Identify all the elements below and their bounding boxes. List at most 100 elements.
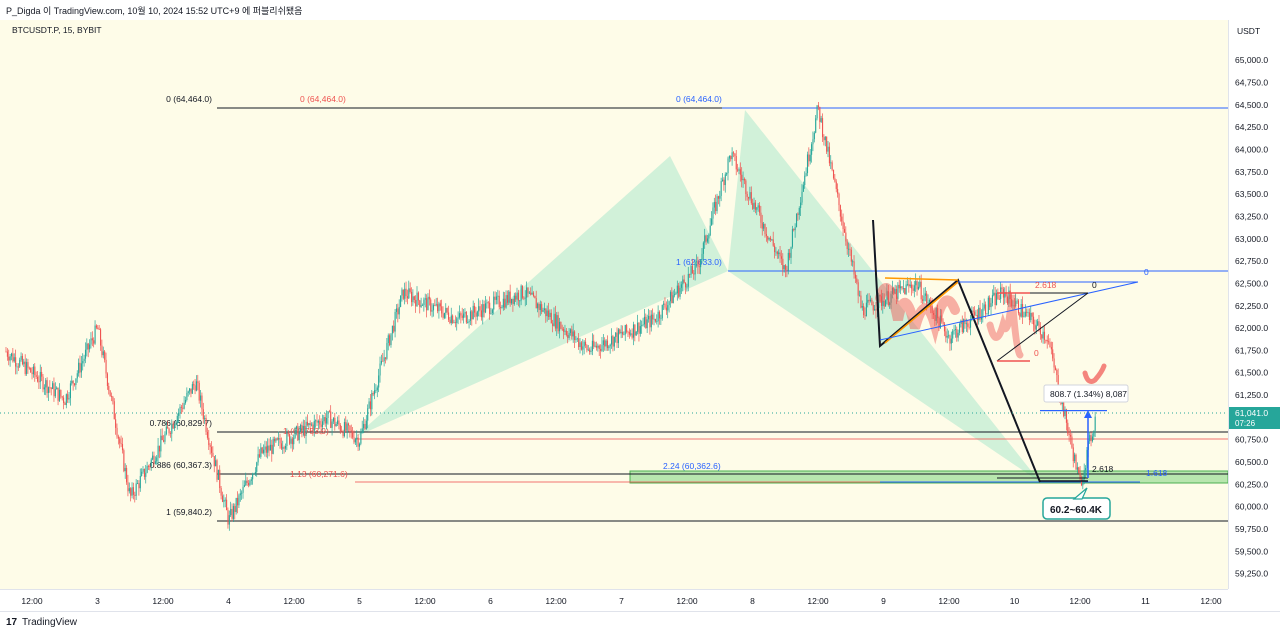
candle-body [1056, 369, 1058, 376]
candle-body [500, 307, 502, 308]
fib-bottom-2618: 2.618 [1092, 464, 1114, 474]
candle-body [98, 329, 100, 330]
candle-body [727, 158, 729, 174]
candle-body [461, 315, 463, 318]
candle-body [198, 382, 200, 401]
candle-body [226, 499, 228, 511]
candle-body [728, 155, 730, 159]
candle-body [465, 311, 467, 323]
candle-body [45, 380, 47, 388]
candle-body [627, 331, 629, 333]
candle-body [689, 273, 691, 275]
candle-body [902, 288, 904, 289]
candle-body [1038, 321, 1040, 327]
candle-body [286, 432, 288, 447]
candle-body [957, 332, 959, 338]
candle-body [246, 480, 248, 483]
candle-body [257, 454, 259, 463]
candle-body [242, 486, 244, 493]
candle-body [423, 299, 425, 306]
candle-body [260, 447, 262, 457]
candle-body [701, 253, 703, 260]
candle-body [294, 428, 296, 438]
candle-body [923, 295, 925, 301]
candle-body [424, 298, 426, 300]
candle-body [1091, 436, 1094, 442]
candle-body [819, 106, 821, 122]
candle-body [369, 401, 372, 410]
candle-body [520, 285, 522, 301]
candle-body [130, 488, 132, 496]
candle-body [391, 325, 393, 334]
candle-body [743, 178, 746, 181]
candle-body [230, 508, 232, 516]
candle-body [42, 376, 44, 390]
candle-body [534, 296, 536, 299]
candle-body [39, 371, 41, 383]
candle-body [491, 309, 493, 314]
candle-body [300, 424, 302, 432]
fib-small-0-black: 0 [1092, 280, 1097, 290]
candle-body [441, 306, 443, 314]
candle-body [397, 308, 399, 315]
fib-retracement-left[interactable]: 0 (64,464.0) 0.786 (60,829.7) 0.886 (60,… [150, 94, 1228, 522]
candle-body [1065, 409, 1067, 423]
candle-body [776, 251, 778, 255]
candle-body [557, 315, 559, 332]
candle-body [315, 420, 317, 422]
candle-body [108, 385, 110, 391]
candle-body [920, 281, 922, 300]
candle-body [900, 286, 902, 289]
candle-body [319, 420, 321, 425]
candle-body [754, 202, 756, 210]
candle-body [609, 344, 611, 347]
price-chart[interactable]: 0 (64,464.0) 0.786 (60,829.7) 0.886 (60,… [0, 20, 1229, 589]
time-axis[interactable]: 12:00 3 12:00 4 12:00 5 12:00 6 12:00 7 12:00 8 12:0… [0, 589, 1228, 612]
publisher-line: P_Digda 이 TradingView.com, 10월 10, 2024 … [6, 6, 303, 16]
candle-body [382, 360, 384, 362]
candle-body [734, 153, 736, 157]
candle-body [652, 314, 654, 320]
time-tick-label: 11 [1141, 596, 1150, 606]
candle-body [783, 265, 785, 270]
candle-body [249, 480, 251, 486]
candle-body [1067, 422, 1069, 434]
price-axis[interactable]: USDT 61,041.0 07:26 65,000.0 64,750.0 64,5… [1228, 20, 1280, 589]
candle-body [120, 443, 122, 445]
candle-body [305, 421, 307, 436]
candle-body [47, 387, 50, 394]
candle-body [90, 338, 92, 345]
candle-body [682, 279, 684, 285]
candle-body [990, 303, 992, 308]
candle-body [32, 366, 34, 375]
candle-body [526, 287, 528, 298]
candle-body [828, 146, 830, 164]
candle-body [857, 282, 859, 296]
candle-body [30, 368, 32, 373]
candle-body [167, 426, 169, 429]
candle-body [804, 175, 806, 186]
candle-body [330, 411, 332, 428]
candle-body [695, 261, 698, 263]
candle-body [859, 295, 861, 297]
candle-body [642, 324, 644, 326]
candle-body [779, 252, 781, 257]
time-tick-label: 6 [488, 596, 493, 606]
candle-body [945, 331, 947, 338]
chart-area[interactable]: 0 (64,464.0) 0.786 (60,829.7) 0.886 (60,… [0, 20, 1229, 589]
candle-body [661, 304, 663, 319]
price-tick-label: 61,750.0 [1235, 345, 1268, 355]
candle-body [572, 331, 574, 337]
candle-body [587, 349, 589, 351]
candle-body [215, 460, 217, 467]
candle-body [13, 357, 15, 362]
candle-body [569, 329, 572, 333]
candle-body [105, 359, 107, 374]
footer: 17 TradingView [0, 611, 1280, 635]
candle-body [513, 295, 515, 305]
candle-body [343, 422, 345, 437]
candle-body [163, 440, 165, 442]
price-axis-svg: USDT 61,041.0 07:26 65,000.0 64,750.0 64,5… [1229, 26, 1280, 579]
candle-body [626, 325, 628, 332]
candle-body [494, 296, 496, 300]
